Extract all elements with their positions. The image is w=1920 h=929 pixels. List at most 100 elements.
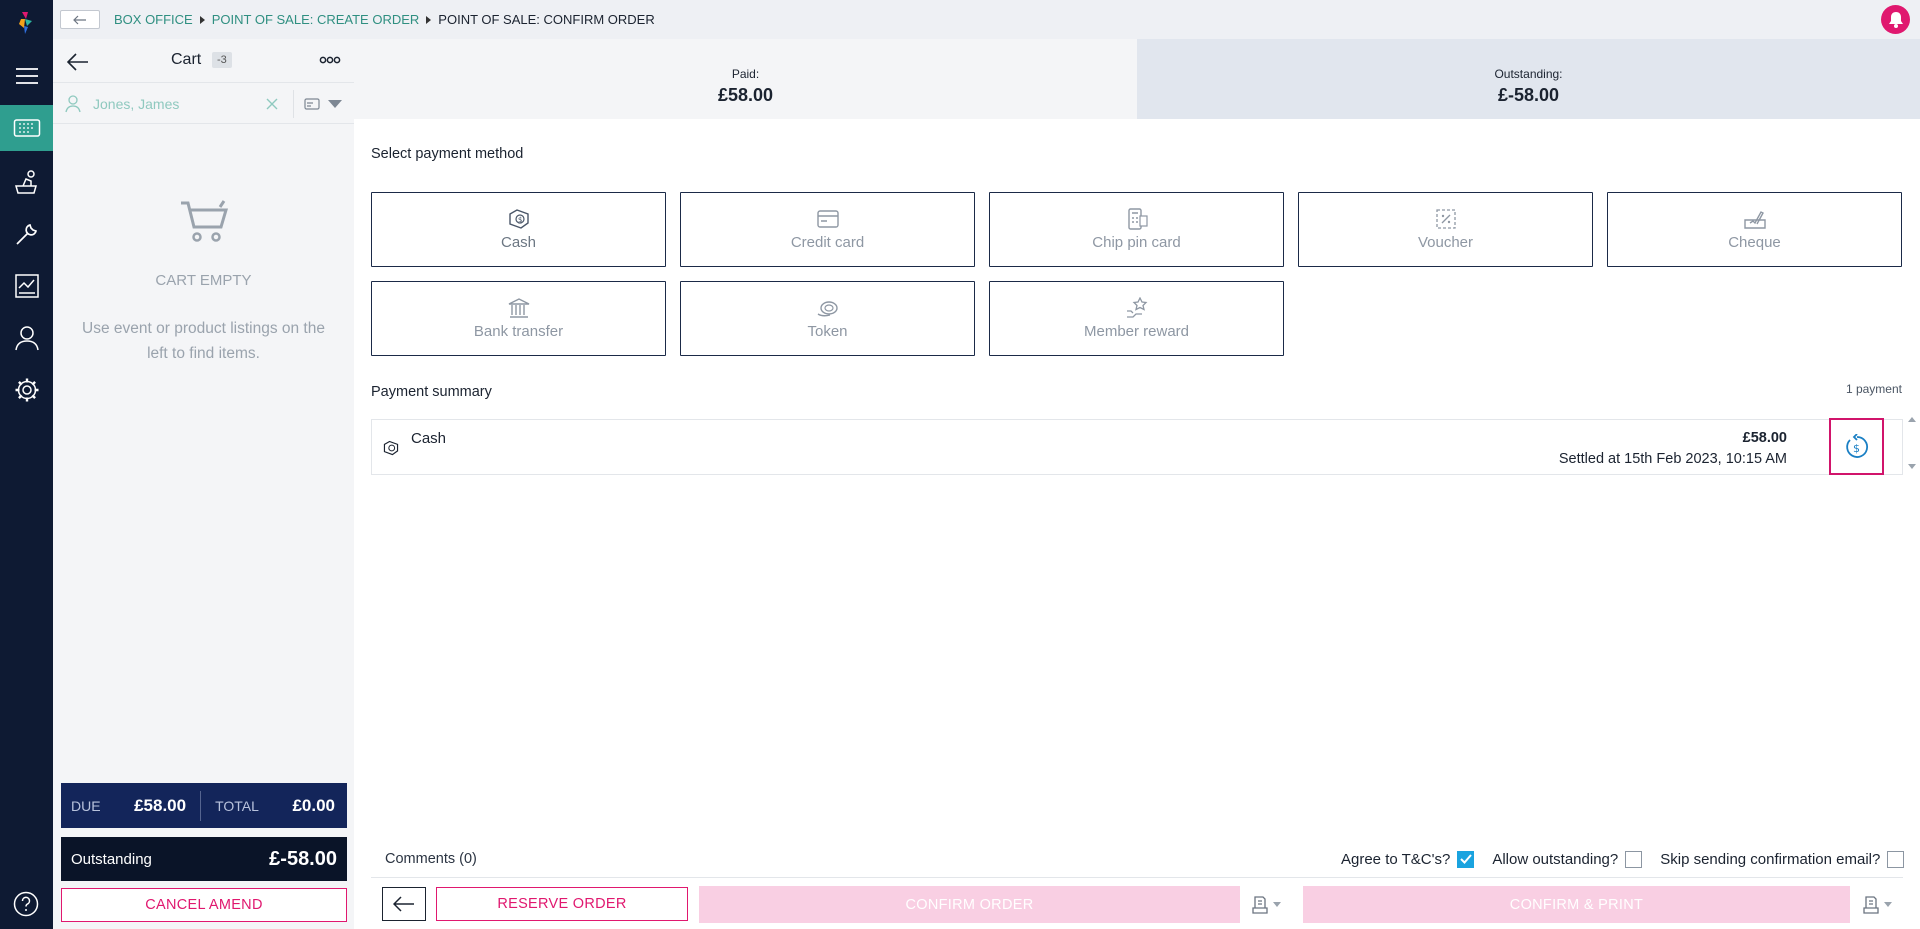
skip-email-label: Skip sending confirmation email? [1660, 850, 1881, 868]
svg-text:$: $ [1853, 442, 1860, 455]
payment-summary-row: Cash £58.00 Settled at 15th Feb 2023, 10… [371, 419, 1903, 475]
customers-icon[interactable] [0, 315, 53, 361]
chip-pin-terminal-icon [1125, 208, 1149, 230]
divider [200, 790, 202, 821]
payment-status-header: Paid: £58.00 Outstanding: £-58.00 [354, 39, 1920, 119]
top-bar: BOX OFFICE POINT OF SALE: CREATE ORDER P… [53, 0, 1920, 39]
notifications-bell-icon[interactable] [1881, 5, 1910, 34]
total-value: £0.00 [292, 795, 335, 815]
side-navigation [0, 0, 53, 929]
confirm-and-print-button[interactable]: CONFIRM & PRINT [1303, 886, 1850, 923]
arrow-left-icon [73, 15, 86, 24]
cart-header: Cart -3 [53, 39, 354, 83]
reports-icon[interactable] [0, 263, 53, 309]
voucher-icon [1434, 208, 1458, 230]
outstanding-label: Outstanding [71, 850, 152, 868]
select-payment-heading: Select payment method [371, 146, 524, 162]
breadcrumb: BOX OFFICE POINT OF SALE: CREATE ORDER P… [114, 12, 655, 27]
payment-method-credit-card[interactable]: Credit card [680, 192, 975, 267]
payment-method-bank-transfer[interactable]: Bank transfer [371, 281, 666, 356]
cash-icon: $ [507, 208, 531, 230]
receipt-printer-icon [1251, 895, 1268, 914]
reserve-order-button[interactable]: RESERVE ORDER [436, 887, 688, 921]
breadcrumb-create-order[interactable]: POINT OF SALE: CREATE ORDER [212, 12, 420, 27]
outstanding-panel: Outstanding: £-58.00 [1137, 39, 1920, 119]
token-icon [816, 297, 840, 319]
previous-step-button[interactable] [382, 887, 426, 921]
arrow-left-icon [393, 896, 414, 912]
credit-card-label: Credit card [790, 234, 865, 251]
payment-method-chip-pin-card[interactable]: Chip pin card [989, 192, 1284, 267]
customer-name: Jones, James [93, 96, 180, 112]
breadcrumb-box-office[interactable]: BOX OFFICE [114, 12, 193, 27]
agree-terms-checkbox[interactable] [1457, 850, 1475, 868]
payment-method-voucher[interactable]: Voucher [1298, 192, 1593, 267]
checkmark-icon [1460, 854, 1472, 864]
confirm-print-options-dropdown[interactable] [1850, 886, 1903, 923]
order-options: Agree to T&C's? Allow outstanding? Skip … [1341, 849, 1905, 869]
confirm-order-options-dropdown[interactable] [1240, 886, 1291, 923]
member-reward-label: Member reward [1083, 323, 1190, 340]
agree-terms-label: Agree to T&C's? [1341, 850, 1451, 868]
cheque-label: Cheque [1728, 234, 1781, 251]
payment-method-cheque[interactable]: Cheque [1607, 192, 1902, 267]
credit-card-icon [816, 208, 840, 230]
cart-panel: Cart -3 Jones, James CART EMPTY Use even… [53, 39, 354, 929]
outstanding-header-label: Outstanding: [1494, 67, 1563, 81]
refund-payment-button[interactable]: $ [1829, 418, 1884, 475]
cart-back-arrow-icon[interactable] [67, 53, 89, 71]
due-label: DUE [71, 797, 101, 814]
breadcrumb-current: POINT OF SALE: CONFIRM ORDER [438, 12, 655, 27]
bank-icon [507, 297, 531, 319]
payment-count: 1 payment [1845, 382, 1902, 396]
app-logo-icon[interactable] [13, 10, 39, 36]
shopping-icon[interactable] [0, 159, 53, 205]
due-value: £58.00 [134, 795, 187, 815]
shopping-cart-icon [179, 199, 229, 243]
summary-payment-amount: £58.00 [1742, 430, 1787, 446]
tickets-icon[interactable] [0, 105, 53, 151]
print-ticket-icon [1862, 895, 1879, 914]
tools-icon[interactable] [0, 211, 53, 257]
cheque-icon [1743, 208, 1767, 230]
skip-email-checkbox[interactable] [1887, 850, 1905, 868]
settings-gear-icon[interactable] [0, 367, 53, 413]
scroll-down-arrow-icon[interactable] [1908, 464, 1916, 470]
outstanding-value: £-58.00 [269, 847, 337, 870]
breadcrumb-separator-icon [426, 15, 432, 24]
chevron-down-icon [1272, 902, 1281, 907]
allow-outstanding-checkbox[interactable] [1625, 850, 1643, 868]
comments-link[interactable]: Comments (0) [385, 851, 477, 867]
divider [293, 90, 294, 118]
summary-payment-method: Cash [411, 430, 447, 447]
chip-pin-card-label: Chip pin card [1092, 234, 1181, 251]
user-icon [65, 95, 81, 113]
scroll-up-arrow-icon[interactable] [1908, 416, 1916, 422]
cancel-amend-button[interactable]: CANCEL AMEND [61, 888, 347, 922]
summary-settled-time: Settled at 15th Feb 2023, 10:15 AM [1558, 451, 1787, 467]
clear-customer-close-icon[interactable] [266, 98, 278, 110]
refund-dollar-icon: $ [1845, 433, 1868, 458]
cash-label: Cash [500, 234, 537, 251]
member-reward-star-icon [1125, 297, 1149, 319]
outstanding-header-value: £-58.00 [1497, 85, 1560, 105]
more-options-icon[interactable] [319, 56, 341, 64]
payment-method-member-reward[interactable]: Member reward [989, 281, 1284, 356]
cart-title: Cart [171, 51, 202, 68]
chevron-down-icon [1883, 902, 1892, 907]
customer-selector[interactable]: Jones, James [53, 84, 354, 124]
hamburger-menu-icon[interactable] [0, 53, 53, 99]
breadcrumb-separator-icon [199, 15, 205, 24]
chevron-down-icon[interactable] [328, 100, 342, 109]
paid-label: Paid: [731, 67, 760, 81]
payment-summary-heading: Payment summary [371, 384, 492, 400]
token-label: Token [807, 323, 848, 340]
payment-method-token[interactable]: Token [680, 281, 975, 356]
back-button[interactable] [60, 10, 100, 29]
payment-method-cash[interactable]: $ Cash [371, 192, 666, 267]
cart-totals: DUE £58.00 TOTAL £0.00 [61, 783, 347, 828]
svg-text:$: $ [518, 216, 522, 224]
confirm-order-button[interactable]: CONFIRM ORDER [699, 886, 1240, 923]
help-icon[interactable] [13, 891, 39, 917]
membership-card-icon[interactable] [304, 98, 320, 110]
